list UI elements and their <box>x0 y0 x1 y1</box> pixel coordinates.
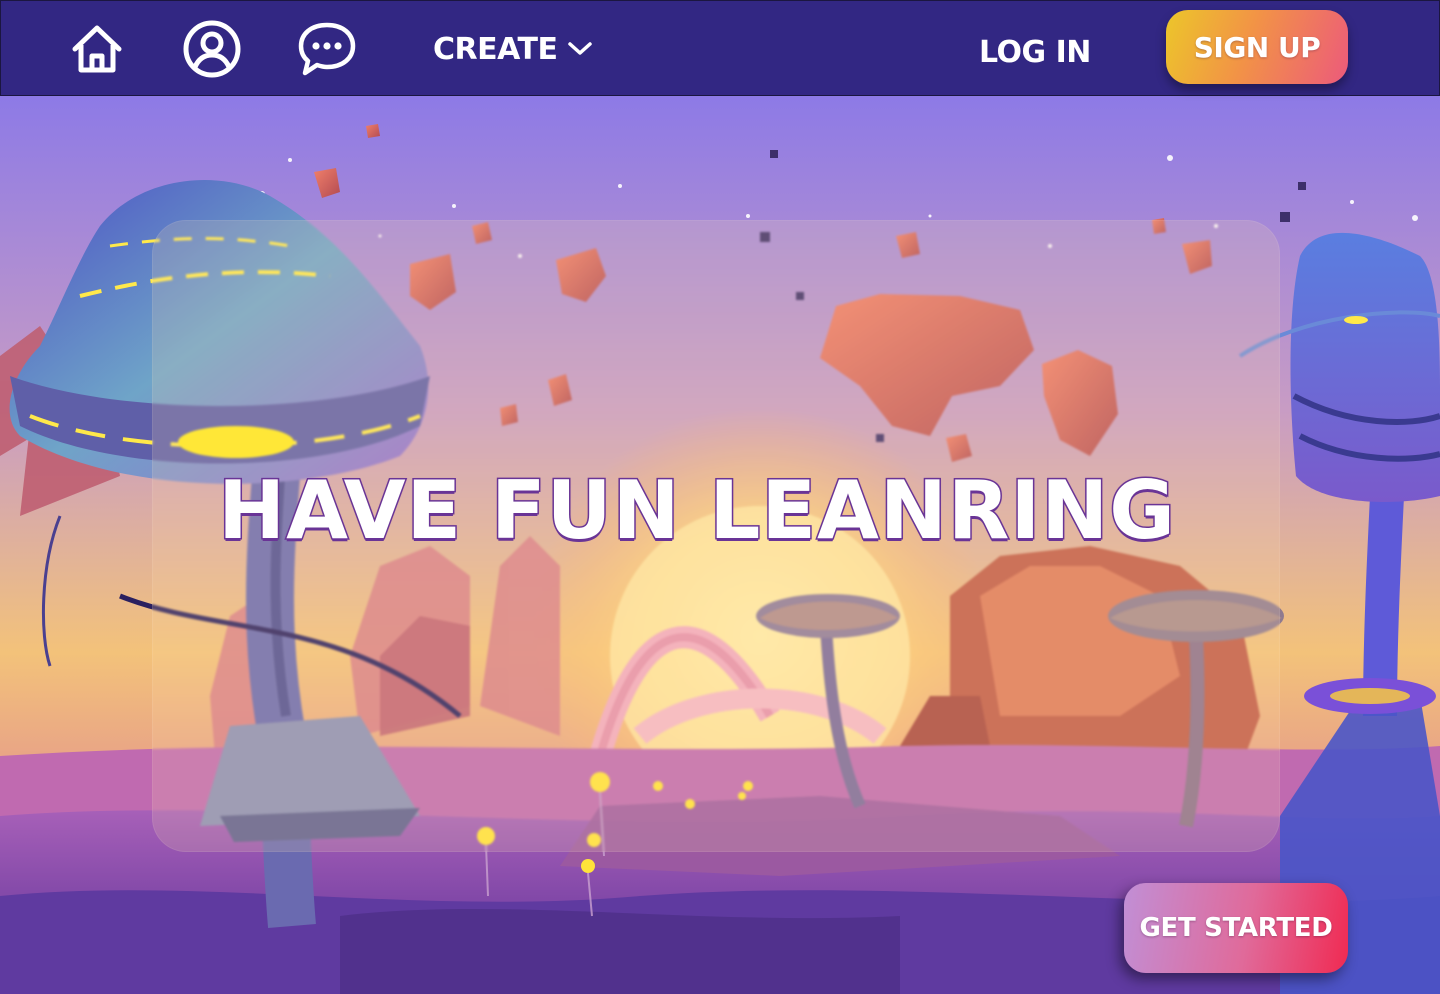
hero-section: HAVE FUN LEANRING GET STARTED <box>0 96 1440 994</box>
signup-button[interactable]: SIGN UP <box>1166 10 1348 84</box>
top-navbar: CREATE LOG IN SIGN UP <box>0 0 1440 96</box>
chevron-down-icon <box>568 42 593 55</box>
chat-button[interactable] <box>297 19 357 79</box>
signup-button-label: SIGN UP <box>1193 30 1321 64</box>
chat-icon <box>298 22 356 76</box>
profile-button[interactable] <box>182 19 242 79</box>
get-started-button-label: GET STARTED <box>1139 913 1333 943</box>
create-menu-label: CREATE <box>433 31 558 67</box>
profile-icon <box>183 20 241 78</box>
home-icon <box>72 25 122 73</box>
create-menu[interactable]: CREATE <box>433 29 593 69</box>
get-started-button[interactable]: GET STARTED <box>1124 883 1348 973</box>
home-button[interactable] <box>67 19 127 79</box>
login-link[interactable]: LOG IN <box>979 31 1091 75</box>
hero-title: HAVE FUN LEANRING <box>217 463 1177 559</box>
page: CREATE LOG IN SIGN UP HAVE FUN LEANRING … <box>0 0 1440 994</box>
